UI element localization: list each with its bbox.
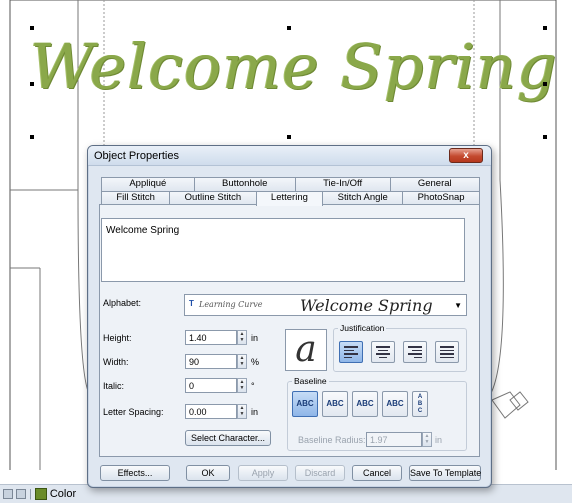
baseline-arc-down-button[interactable]: ABC bbox=[382, 391, 408, 417]
ok-button[interactable]: OK bbox=[186, 465, 230, 481]
apply-button[interactable]: Apply bbox=[238, 465, 288, 481]
tab-stitch-angle[interactable]: Stitch Angle bbox=[322, 191, 404, 205]
italic-stepper[interactable]: ▲ ▼ bbox=[237, 378, 247, 393]
selection-handle[interactable] bbox=[287, 26, 291, 30]
width-label: Width: bbox=[103, 357, 129, 367]
cancel-button[interactable]: Cancel bbox=[352, 465, 402, 481]
baseline-label: Baseline bbox=[292, 376, 329, 386]
discard-button[interactable]: Discard bbox=[295, 465, 345, 481]
letter-spacing-label: Letter Spacing: bbox=[103, 407, 164, 417]
close-button[interactable]: x bbox=[449, 148, 483, 163]
dialog-titlebar[interactable]: Object Properties bbox=[88, 146, 491, 166]
selection-handle[interactable] bbox=[287, 135, 291, 139]
baseline-arc-up-button[interactable]: ABC bbox=[322, 391, 348, 417]
select-character-button[interactable]: Select Character... bbox=[185, 430, 271, 446]
tab-outline-stitch[interactable]: Outline Stitch bbox=[169, 191, 257, 205]
color-swatch-icon[interactable] bbox=[34, 488, 47, 500]
baseline-circle-button[interactable]: ABC bbox=[352, 391, 378, 417]
baseline-straight-button[interactable]: ABC bbox=[292, 391, 318, 417]
alphabet-font-preview: Welcome Spring bbox=[300, 296, 433, 315]
tab-row-2: Fill Stitch Outline Stitch Lettering Sti… bbox=[101, 191, 480, 206]
dialog-title: Object Properties bbox=[94, 150, 179, 162]
object-properties-dialog: Object Properties x Appliqué Buttonhole … bbox=[87, 145, 492, 488]
selection-handle[interactable] bbox=[543, 82, 547, 86]
width-unit: % bbox=[251, 357, 260, 367]
height-unit: in bbox=[251, 333, 259, 343]
letter-spacing-unit: in bbox=[251, 407, 259, 417]
width-input[interactable]: 90 bbox=[185, 354, 237, 369]
letter-spacing-stepper[interactable]: ▲ ▼ bbox=[237, 404, 247, 419]
status-grid-icon[interactable] bbox=[16, 489, 26, 499]
width-stepper[interactable]: ▲ ▼ bbox=[237, 354, 247, 369]
alphabet-label: Alphabet: bbox=[103, 298, 142, 308]
baseline-vertical-button[interactable]: ABC bbox=[412, 391, 428, 417]
selection-handle[interactable] bbox=[30, 26, 34, 30]
tab-row-1: Appliqué Buttonhole Tie-In/Off General bbox=[101, 177, 480, 191]
baseline-radius-input[interactable]: 1.97 bbox=[366, 432, 422, 447]
italic-input[interactable]: 0 bbox=[185, 378, 237, 393]
status-gear-icon[interactable] bbox=[3, 489, 13, 499]
baseline-radius-stepper[interactable]: ▲ ▼ bbox=[422, 432, 432, 447]
alphabet-font-name: Learning Curve bbox=[199, 300, 263, 309]
dropdown-arrow-icon[interactable]: ▼ bbox=[454, 301, 462, 310]
justification-label: Justification bbox=[338, 323, 387, 333]
tab-lettering[interactable]: Lettering bbox=[255, 191, 324, 206]
tab-fill-stitch[interactable]: Fill Stitch bbox=[101, 191, 171, 205]
selection-handle[interactable] bbox=[30, 82, 34, 86]
height-stepper[interactable]: ▲ ▼ bbox=[237, 330, 247, 345]
glyph-preview: a bbox=[285, 329, 327, 371]
selection-handle[interactable] bbox=[30, 135, 34, 139]
height-label: Height: bbox=[103, 333, 132, 343]
height-input[interactable]: 1.40 bbox=[185, 330, 237, 345]
italic-label: Italic: bbox=[103, 381, 125, 391]
status-color-label: Color bbox=[49, 488, 77, 500]
tab-tie-in-off[interactable]: Tie-In/Off bbox=[294, 177, 391, 191]
italic-unit: ° bbox=[251, 381, 255, 391]
effects-button[interactable]: Effects... bbox=[100, 465, 170, 481]
baseline-radius-unit: in bbox=[435, 435, 443, 445]
tab-general[interactable]: General bbox=[389, 177, 480, 191]
tab-buttonhole[interactable]: Buttonhole bbox=[193, 177, 296, 191]
justify-right-button[interactable] bbox=[403, 341, 427, 363]
embroidery-lettering[interactable]: Welcome Spring bbox=[30, 30, 557, 103]
baseline-radius-label: Baseline Radius: bbox=[298, 435, 366, 445]
status-separator: | bbox=[29, 488, 32, 500]
lettering-text-input[interactable]: Welcome Spring bbox=[101, 218, 465, 282]
tab-photosnap[interactable]: PhotoSnap bbox=[402, 191, 480, 205]
selection-handle[interactable] bbox=[543, 135, 547, 139]
tab-applique[interactable]: Appliqué bbox=[101, 177, 195, 191]
justify-center-button[interactable] bbox=[371, 341, 395, 363]
truetype-icon: T bbox=[189, 299, 194, 308]
save-to-template-button[interactable]: Save To Template bbox=[409, 465, 481, 481]
alphabet-select[interactable]: T Learning Curve Welcome Spring ▼ bbox=[184, 294, 467, 316]
justify-full-button[interactable] bbox=[435, 341, 459, 363]
justify-left-button[interactable] bbox=[339, 341, 363, 363]
letter-spacing-input[interactable]: 0.00 bbox=[185, 404, 237, 419]
selection-handle[interactable] bbox=[543, 26, 547, 30]
